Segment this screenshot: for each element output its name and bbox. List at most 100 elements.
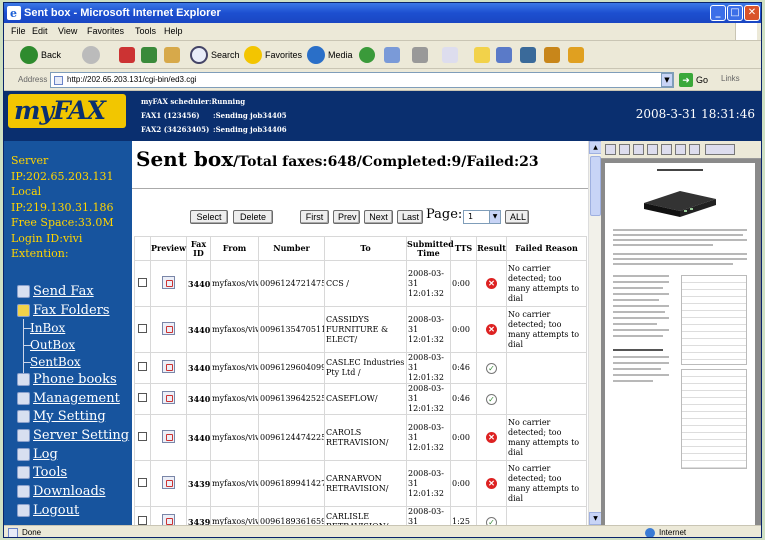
first-page-button[interactable]: First: [300, 210, 329, 224]
preview-cell: [150, 352, 187, 384]
select-button[interactable]: Select: [190, 210, 228, 224]
table-row[interactable]: 34404myfaxos/vivi00961247214755CCS /2008…: [134, 260, 587, 307]
media-button[interactable]: Media: [307, 45, 353, 65]
search-button[interactable]: Search: [190, 45, 240, 65]
preview-icon[interactable]: [162, 391, 175, 404]
fax-id: 34398: [186, 506, 211, 525]
log-icon: [17, 447, 30, 461]
close-button[interactable]: ✕: [744, 5, 760, 21]
myfax-logo: myFAX: [8, 94, 126, 128]
row-checkbox[interactable]: [138, 323, 147, 333]
main-panel: Sent box/Total faxes:648/Completed:9/Fai…: [132, 141, 588, 525]
messenger-icon[interactable]: [496, 47, 512, 63]
forward-button[interactable]: [82, 45, 103, 65]
row-checkbox[interactable]: [138, 477, 147, 487]
tools-icon[interactable]: [568, 47, 584, 63]
table-row[interactable]: 34398myfaxos/vivi00961893616597CARLISLE …: [134, 506, 587, 525]
zoom-select[interactable]: [705, 144, 735, 155]
print-icon[interactable]: [412, 47, 428, 63]
row-checkbox[interactable]: [138, 362, 147, 371]
doc-text-line: [613, 299, 659, 301]
last-page-button[interactable]: Last: [397, 210, 423, 224]
copy-icon[interactable]: [633, 144, 644, 155]
page-select[interactable]: 1 ▼: [463, 210, 501, 224]
preview-icon[interactable]: [162, 360, 175, 373]
row-checkbox[interactable]: [138, 516, 147, 525]
server-setting-icon: [17, 428, 30, 442]
edit-icon[interactable]: [442, 47, 458, 63]
nav-downloads[interactable]: Downloads: [17, 482, 105, 500]
nav-server-setting[interactable]: Server Setting: [17, 426, 129, 444]
address-dropdown[interactable]: ▼: [661, 73, 673, 87]
table-row[interactable]: 34399myfaxos/vivi00961899414270CARNARVON…: [134, 460, 587, 507]
preview-icon[interactable]: [162, 275, 175, 289]
nav-outbox[interactable]: OutBox: [30, 336, 75, 354]
hand-icon[interactable]: [675, 144, 686, 155]
minimize-button[interactable]: _: [710, 5, 726, 21]
col-result: Result: [476, 236, 507, 261]
nav-sentbox-label: SentBox: [30, 355, 81, 369]
go-button[interactable]: ➜ Go: [679, 73, 708, 87]
preview-icon[interactable]: [162, 429, 175, 443]
doc-text-line: [613, 311, 665, 313]
nav-phone-books[interactable]: Phone books: [17, 370, 117, 388]
select-tool-icon[interactable]: [689, 144, 700, 155]
research-icon[interactable]: [520, 47, 536, 63]
page-icon[interactable]: [647, 144, 658, 155]
preview-icon[interactable]: [162, 475, 175, 489]
delete-button[interactable]: Delete: [233, 210, 273, 224]
nav-log[interactable]: Log: [17, 445, 58, 463]
menu-view[interactable]: View: [58, 26, 77, 36]
nav-tools-label: Tools: [33, 464, 68, 480]
preview-cell: [150, 460, 187, 507]
back-button[interactable]: Back: [20, 45, 61, 65]
sidebar: Server IP:202.65.203.131 Local IP:219.13…: [4, 141, 132, 525]
preview-icon[interactable]: [162, 321, 175, 335]
nav-tools[interactable]: Tools: [17, 463, 67, 481]
address-input[interactable]: http://202.65.203.131/cgi-bin/ed3.cgi: [50, 72, 674, 88]
nav-fax-folders[interactable]: Fax Folders: [17, 301, 110, 319]
table-row[interactable]: 34403myfaxos/vivi00961354705114CASSIDYS …: [134, 306, 587, 353]
menu-file[interactable]: File: [11, 26, 26, 36]
history-icon[interactable]: [359, 47, 375, 63]
home-icon[interactable]: [164, 47, 180, 63]
mail-icon[interactable]: [384, 47, 400, 63]
nav-logout[interactable]: Logout: [17, 501, 79, 519]
maximize-button[interactable]: □: [727, 5, 743, 21]
next-page-button[interactable]: Next: [364, 210, 393, 224]
nav-inbox[interactable]: InBox: [30, 319, 65, 337]
folder-icon[interactable]: [474, 47, 490, 63]
all-button[interactable]: ALL: [505, 210, 529, 224]
prev-page-button[interactable]: Prev: [333, 210, 360, 224]
nav-management[interactable]: Management: [17, 389, 120, 407]
addon-icon[interactable]: [544, 47, 560, 63]
nav-my-setting[interactable]: My Setting: [17, 407, 106, 425]
main-scrollbar[interactable]: ▲ ▼: [588, 141, 602, 525]
menu-help[interactable]: Help: [164, 26, 183, 36]
doc-text-line: [613, 305, 669, 307]
stop-icon[interactable]: [119, 47, 135, 63]
table-row[interactable]: 34401myfaxos/vivi00961396425252CASEFLOW/…: [134, 383, 587, 415]
nav-send-fax[interactable]: Send Fax: [17, 282, 94, 300]
preview-icon[interactable]: [162, 514, 175, 525]
title-bar[interactable]: e Sent box - Microsoft Internet Explorer…: [4, 3, 761, 23]
zoom-icon[interactable]: [661, 144, 672, 155]
refresh-icon[interactable]: [141, 47, 157, 63]
table-row[interactable]: 34402myfaxos/vivi00961296040999CASLEC In…: [134, 352, 587, 384]
menu-tools[interactable]: Tools: [135, 26, 156, 36]
nav-sentbox[interactable]: SentBox: [30, 353, 81, 371]
save-icon[interactable]: [619, 144, 630, 155]
row-checkbox-cell: [134, 506, 151, 525]
row-checkbox[interactable]: [138, 277, 147, 287]
row-checkbox[interactable]: [138, 393, 147, 402]
page-icon: [54, 76, 63, 85]
row-checkbox[interactable]: [138, 431, 147, 441]
menu-favorites[interactable]: Favorites: [87, 26, 124, 36]
scroll-thumb[interactable]: [590, 156, 601, 216]
menu-edit[interactable]: Edit: [32, 26, 48, 36]
print-icon[interactable]: [605, 144, 616, 155]
links-button[interactable]: Links: [721, 74, 740, 83]
table-row[interactable]: 34400myfaxos/vivi00961244742250CAROLS RE…: [134, 414, 587, 461]
favorites-button[interactable]: Favorites: [244, 45, 302, 65]
submitted-time: 2008-03-31 12:01:32: [406, 506, 451, 525]
